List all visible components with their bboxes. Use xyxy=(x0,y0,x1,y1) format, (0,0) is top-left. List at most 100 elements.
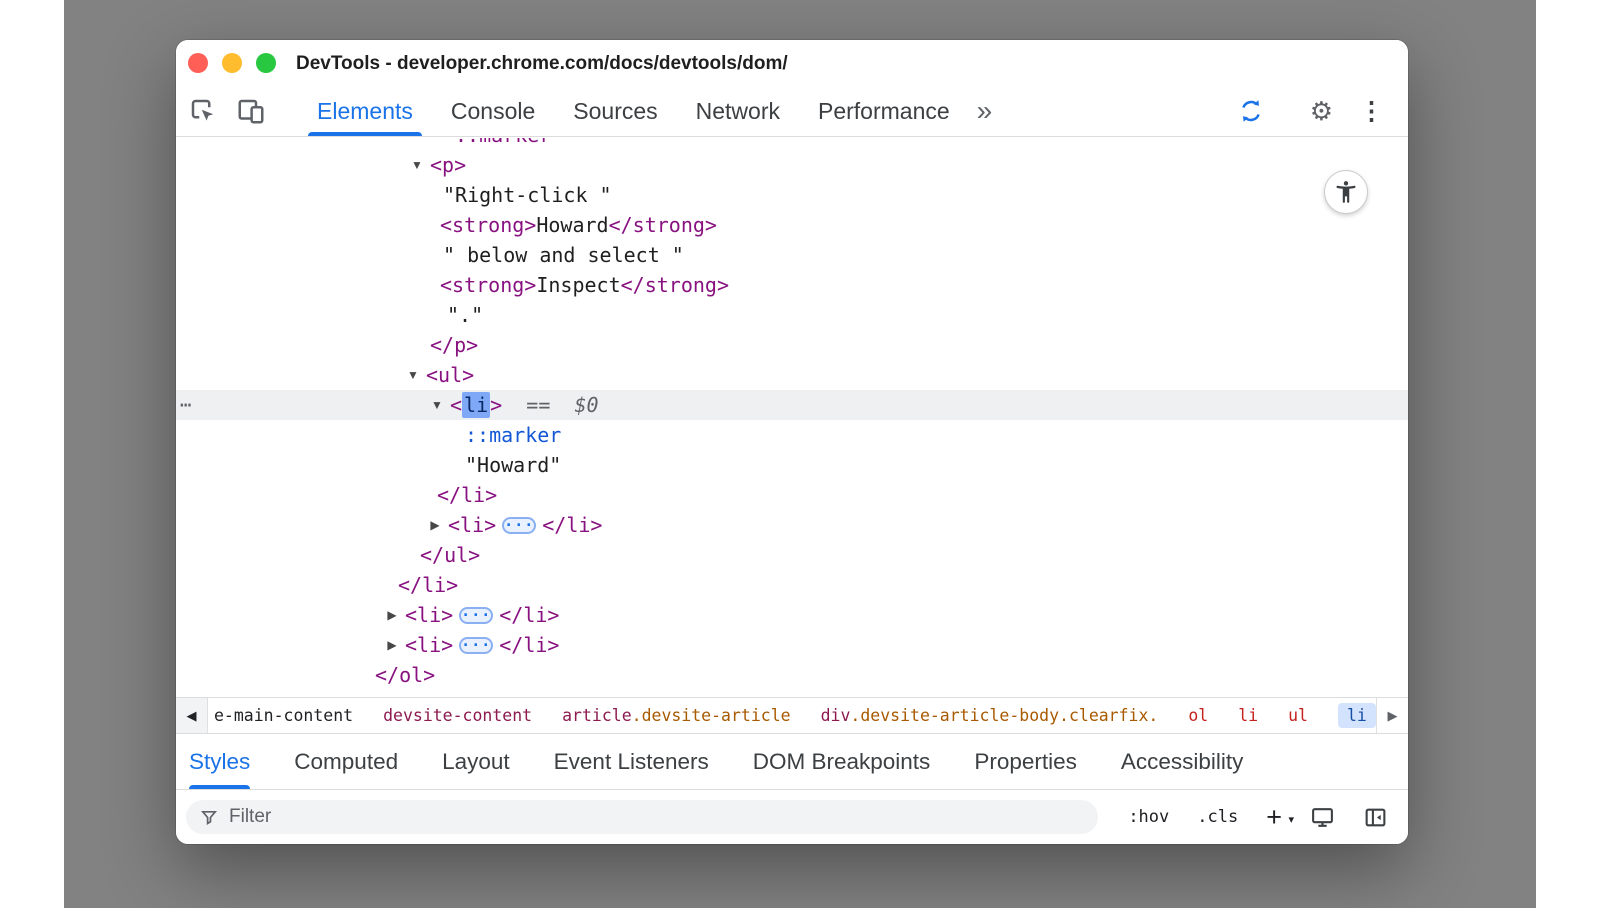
dom-tree-row[interactable]: ⋯ ▼<li> == $0 xyxy=(176,390,1408,420)
token-text: "Howard" xyxy=(465,453,561,477)
breadcrumb: e-main-content devsite-content article.dev… xyxy=(208,698,1376,733)
dom-tree-row[interactable]: ▶<li>···</li> xyxy=(176,630,1408,660)
token-tag: > xyxy=(490,393,502,417)
sidebar-tab-event-listeners[interactable]: Event Listeners xyxy=(554,734,709,789)
collapsed-children-ellipsis-button[interactable]: ··· xyxy=(459,607,493,624)
filter-input[interactable] xyxy=(229,806,1084,828)
breadcrumb-item[interactable]: li xyxy=(1238,706,1258,725)
toolbar-right-controls: ⚙ ⋮ xyxy=(1236,96,1408,127)
dom-tree-row[interactable]: "Right-click " xyxy=(176,180,1408,210)
dom-tree-row[interactable]: </li> xyxy=(176,570,1408,600)
token-chip: li xyxy=(462,392,490,418)
tab-elements[interactable]: Elements xyxy=(298,86,432,136)
token-tag: < xyxy=(450,393,462,417)
breadcrumb-item[interactable]: e-main-content xyxy=(214,706,353,725)
window-title: DevTools - developer.chrome.com/docs/dev… xyxy=(296,40,788,88)
crumb-token: e-main-content xyxy=(214,706,353,725)
twisty-down-icon[interactable]: ▼ xyxy=(404,360,422,390)
dom-tree-row[interactable]: <strong>Howard</strong> xyxy=(176,210,1408,240)
dom-tree-row[interactable]: ▶<li>···</li> xyxy=(176,510,1408,540)
filter-funnel-icon xyxy=(200,808,219,827)
sidebar-tab-properties[interactable]: Properties xyxy=(974,734,1077,789)
toggle-element-state-button[interactable]: :hov xyxy=(1128,807,1169,827)
dom-tree-row[interactable]: ▶<li> ··· </li> xyxy=(176,600,1408,630)
token-tag: <p> xyxy=(430,153,466,177)
token-tag: </li> xyxy=(499,603,559,627)
close-button[interactable] xyxy=(188,53,208,73)
styles-toolbar-controls: :hov .cls +▾ xyxy=(1128,804,1388,831)
more-panels-icon[interactable]: » xyxy=(977,87,993,135)
token-tag: ::marker xyxy=(455,138,551,147)
toggle-sidebar-icon[interactable] xyxy=(1363,805,1388,830)
sidebar-tab-dom-breakpoints[interactable]: DOM Breakpoints xyxy=(753,734,931,789)
device-icon xyxy=(236,96,266,126)
traffic-lights xyxy=(188,53,276,73)
token-tag: <strong> xyxy=(440,213,536,237)
token-tag: <li> xyxy=(405,603,453,627)
breadcrumb-item[interactable]: devsite-content xyxy=(383,706,532,725)
settings-gear-icon[interactable]: ⚙ xyxy=(1310,96,1333,127)
breadcrumb-item[interactable]: div.devsite-article-body.clearfix. xyxy=(821,706,1159,725)
breadcrumb-item[interactable]: ul xyxy=(1288,706,1308,725)
rendering-monitor-icon[interactable] xyxy=(1310,805,1335,830)
screenshot-canvas: DevTools - developer.chrome.com/docs/dev… xyxy=(0,0,1600,908)
dom-tree-row[interactable]: </li> xyxy=(176,480,1408,510)
twisty-down-icon[interactable]: ▼ xyxy=(408,150,426,180)
token-tag: </ol> xyxy=(375,663,435,687)
token-tag: </li> xyxy=(398,573,458,597)
caret-down-icon: ▾ xyxy=(1288,807,1294,834)
crumb-token: li xyxy=(1238,706,1258,725)
tab-sources[interactable]: Sources xyxy=(554,86,676,136)
token-tag: </p> xyxy=(430,333,478,357)
kebab-menu-icon[interactable]: ⋮ xyxy=(1359,96,1384,126)
element-classes-button[interactable]: .cls xyxy=(1197,807,1238,827)
dom-tree-row[interactable]: </ol> xyxy=(176,660,1408,690)
inspect-icon xyxy=(188,96,218,126)
sidebar-tab-layout[interactable]: Layout xyxy=(442,734,510,789)
dom-tree-row[interactable]: </ul> xyxy=(176,540,1408,570)
dom-tree-row[interactable]: "Howard" xyxy=(176,450,1408,480)
dom-row-clipped-marker[interactable]: ::marker xyxy=(176,138,1408,150)
dom-tree-row[interactable]: "." xyxy=(176,300,1408,330)
accessibility-person-icon[interactable] xyxy=(1324,170,1368,214)
token-text: Inspect xyxy=(536,273,620,297)
token-eq: == xyxy=(526,393,550,417)
zoom-button[interactable] xyxy=(256,53,276,73)
sync-icon[interactable] xyxy=(1236,96,1266,126)
twisty-right-icon[interactable]: ▶ xyxy=(383,600,401,630)
breadcrumb-scroll-right-icon[interactable]: ▶ xyxy=(1376,698,1408,733)
crumb-token: div xyxy=(821,706,851,725)
dom-tree-row[interactable]: ▼<ul> xyxy=(176,360,1408,390)
minimize-button[interactable] xyxy=(222,53,242,73)
sidebar-tab-accessibility[interactable]: Accessibility xyxy=(1121,734,1244,789)
sidebar-tab-styles[interactable]: Styles xyxy=(189,734,250,789)
breadcrumb-item[interactable]: li xyxy=(1338,703,1376,728)
breadcrumb-item[interactable]: ol xyxy=(1188,706,1208,725)
dom-tree-row[interactable]: ::marker xyxy=(176,420,1408,450)
breadcrumb-item[interactable]: article.devsite-article xyxy=(562,706,791,725)
crumb-token: article xyxy=(562,706,632,725)
person-icon xyxy=(1333,179,1359,205)
tab-console[interactable]: Console xyxy=(432,86,554,136)
tab-performance[interactable]: Performance xyxy=(799,86,969,136)
more-actions-icon[interactable]: ⋯ xyxy=(180,390,191,420)
crumb-token: devsite-content xyxy=(383,706,532,725)
twisty-right-icon[interactable]: ▶ xyxy=(426,510,444,540)
breadcrumb-scroll-left-icon[interactable]: ◀ xyxy=(176,698,208,733)
sidebar-tab-computed[interactable]: Computed xyxy=(294,734,398,789)
dom-tree-row[interactable]: " below and select " xyxy=(176,240,1408,270)
twisty-right-icon[interactable]: ▶ xyxy=(383,630,401,660)
new-style-rule-button[interactable]: +▾ xyxy=(1266,804,1282,831)
inspect-element-icon[interactable] xyxy=(188,96,218,126)
collapsed-children-ellipsis-button[interactable]: ··· xyxy=(459,637,493,654)
token-tag: <ul> xyxy=(426,363,474,387)
dom-tree-row[interactable]: ▼<p> xyxy=(176,150,1408,180)
tab-network[interactable]: Network xyxy=(677,86,799,136)
dom-tree-row[interactable]: </p> xyxy=(176,330,1408,360)
device-toolbar-icon[interactable] xyxy=(236,96,266,126)
collapsed-children-ellipsis-button[interactable]: ··· xyxy=(502,517,536,534)
dom-tree: ::marker▼<p>"Right-click "<strong>Howard… xyxy=(176,138,1408,690)
dom-tree-row[interactable]: <strong>Inspect</strong> xyxy=(176,270,1408,300)
token-dollar: $0 xyxy=(574,393,598,417)
twisty-down-icon[interactable]: ▼ xyxy=(428,390,446,420)
